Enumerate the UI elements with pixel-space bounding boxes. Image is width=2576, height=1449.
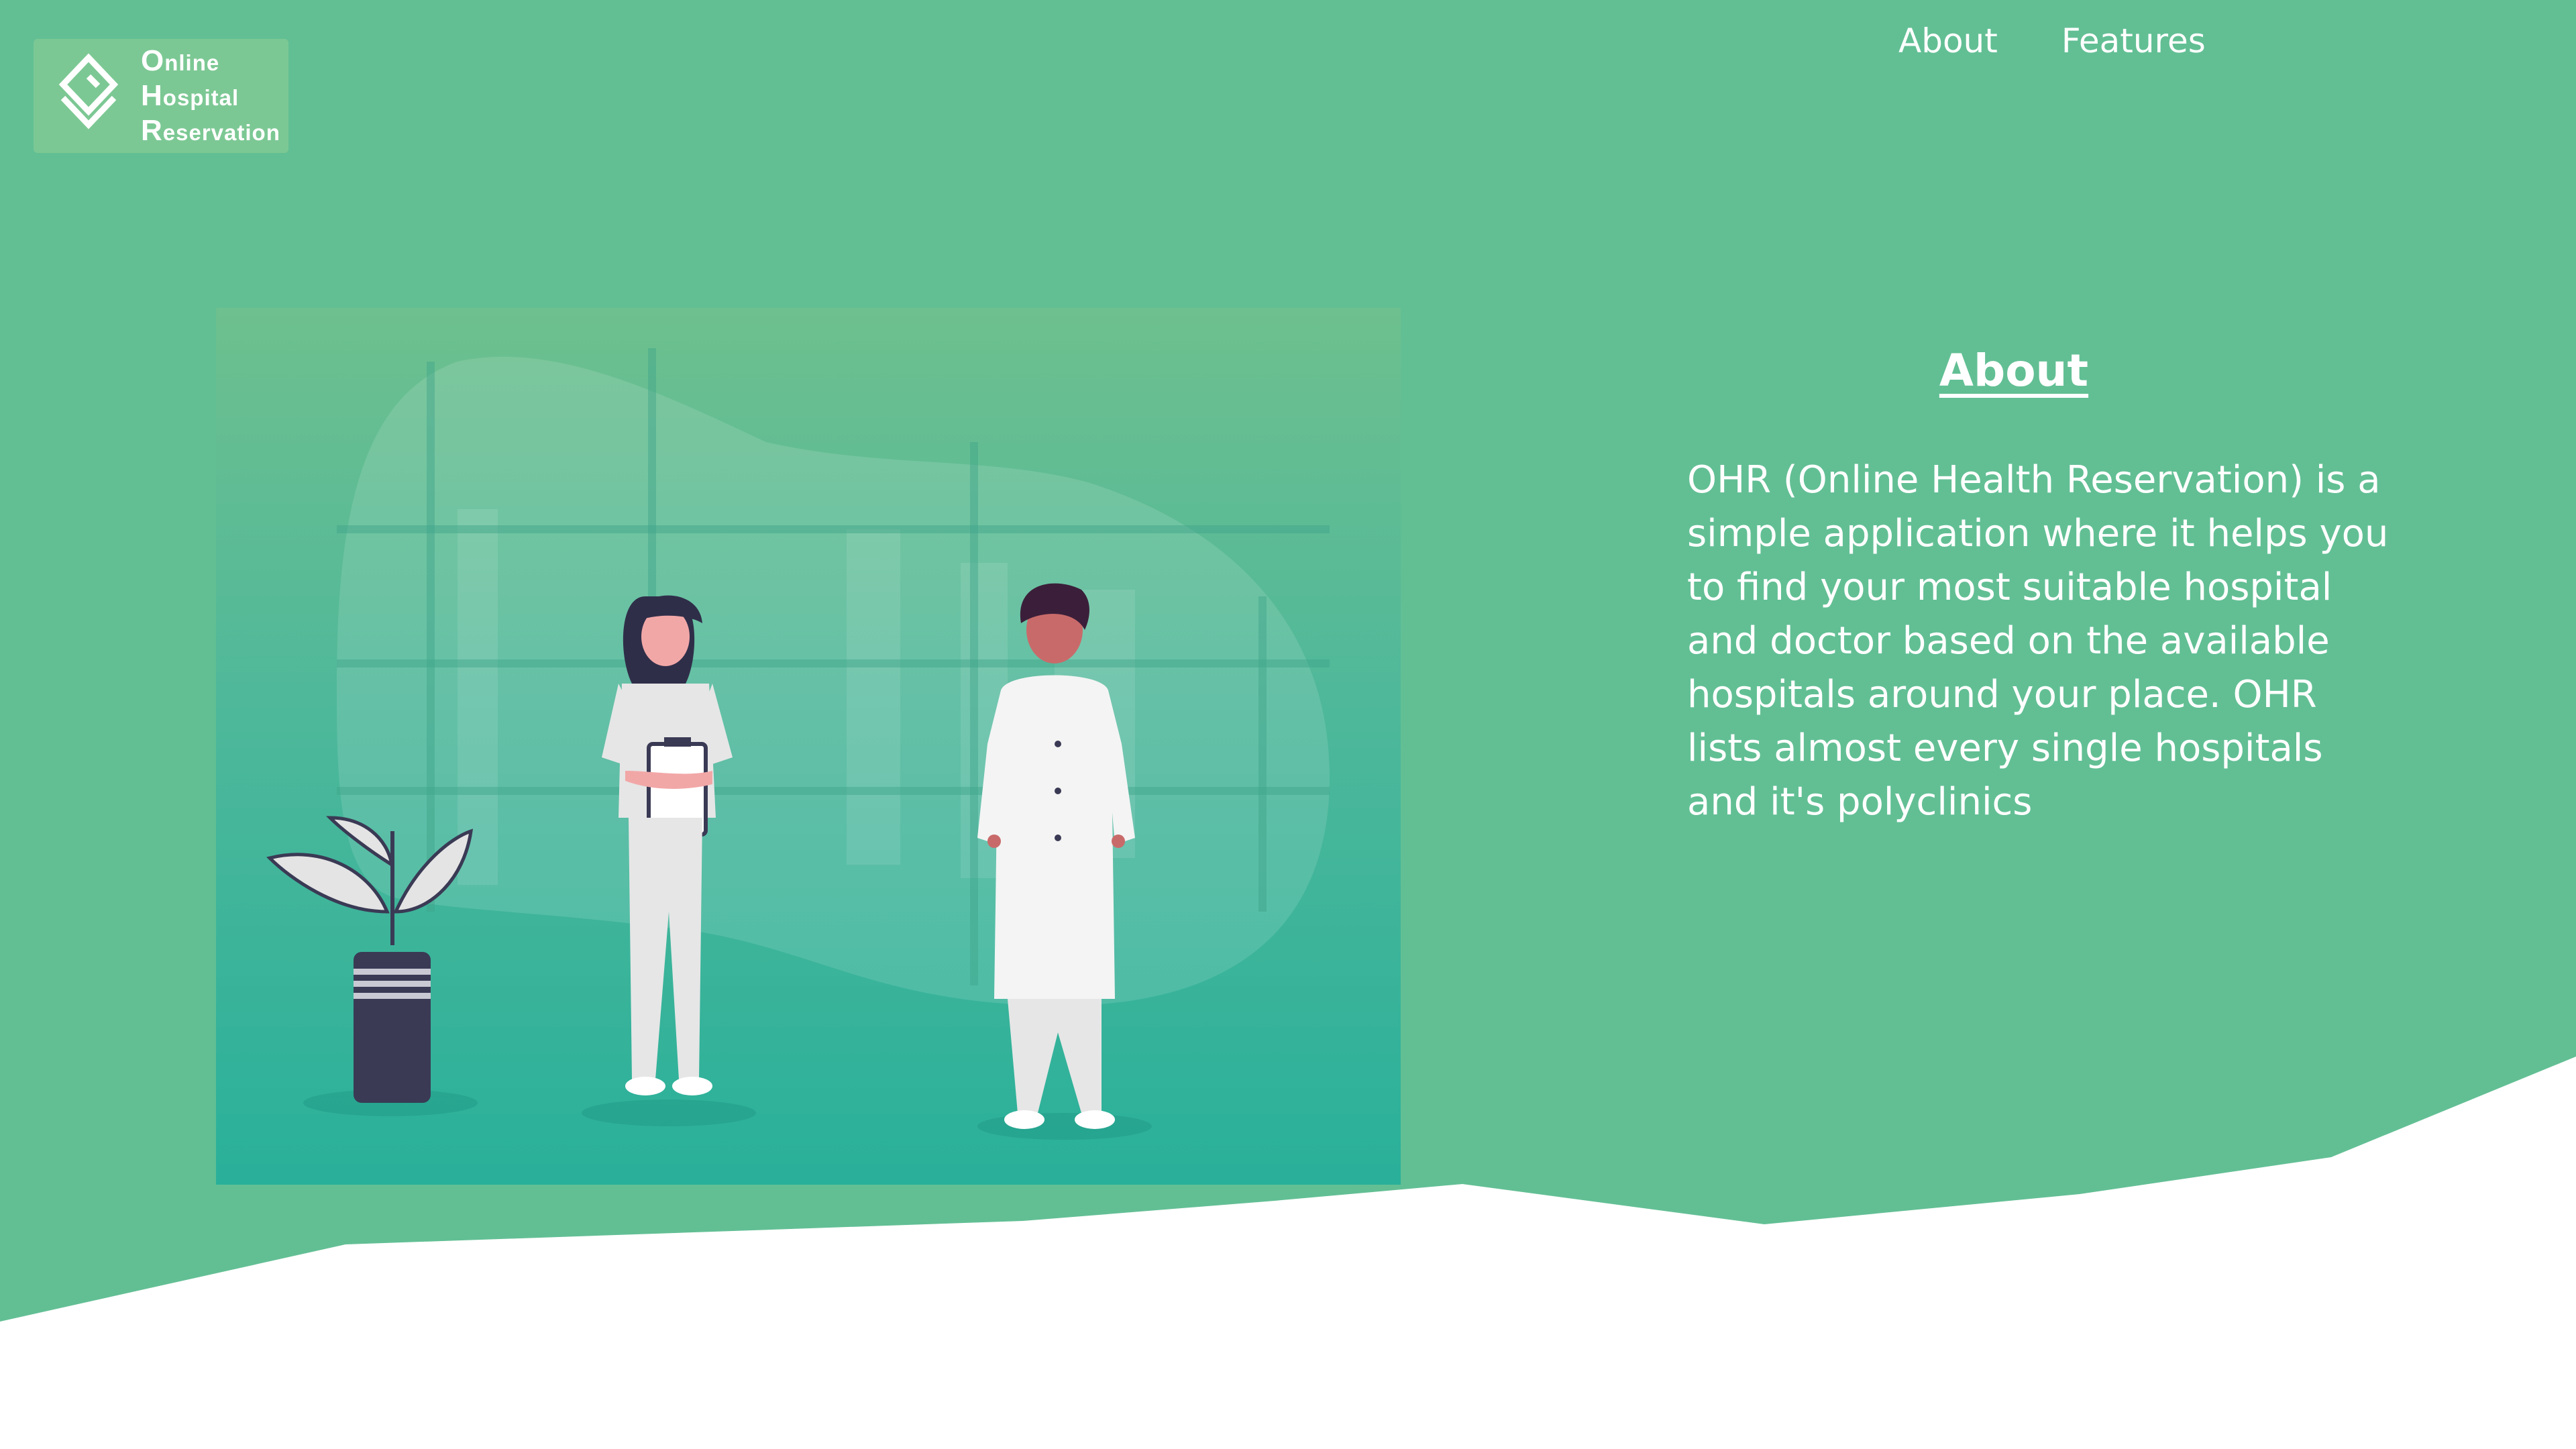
logo-wordmark: Online Hospital Reservation <box>141 44 280 149</box>
about-heading: About <box>1939 345 2089 397</box>
nav-link-about[interactable]: About <box>1898 21 1998 60</box>
hero-illustration <box>216 308 1401 1185</box>
top-nav: About Features <box>1898 21 2206 60</box>
nav-link-features[interactable]: Features <box>2061 21 2206 60</box>
logo-diamond-icon <box>58 53 119 129</box>
logo-line-hospital: Hospital <box>141 79 239 112</box>
logo-line-online: Online <box>141 44 220 77</box>
logo-line-reservation: Reservation <box>141 114 280 147</box>
about-description: OHR (Online Health Reservation) is a sim… <box>1687 458 2389 824</box>
brand-logo[interactable]: Online Hospital Reservation <box>34 39 288 153</box>
